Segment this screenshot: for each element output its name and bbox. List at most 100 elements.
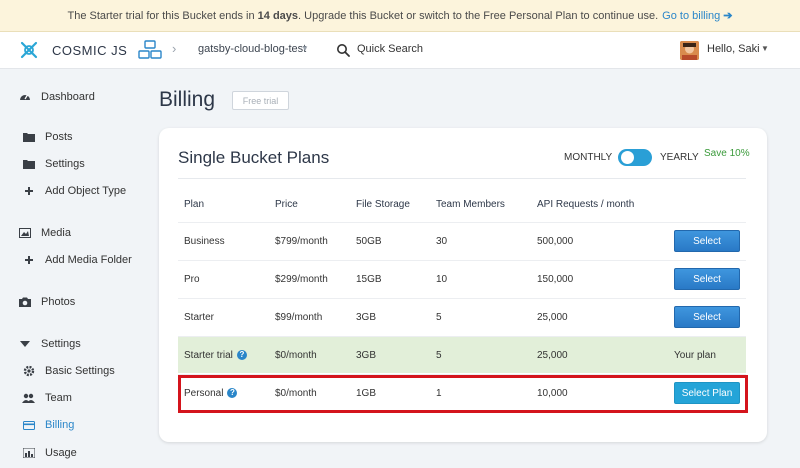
- folder-icon: [22, 158, 35, 171]
- bucket-selector[interactable]: gatsby-cloud-blog-test: [198, 43, 306, 55]
- column-header-plan: Plan: [184, 199, 205, 210]
- search-icon[interactable]: [336, 43, 350, 57]
- plan-members: 5: [436, 312, 442, 323]
- column-header-requests: API Requests / month: [537, 199, 635, 210]
- bar-chart-icon: [22, 447, 35, 460]
- sidebar-item-object-settings[interactable]: Settings: [22, 155, 85, 173]
- sidebar-item-team[interactable]: Team: [22, 389, 72, 407]
- sidebar-item-label: Add Media Folder: [45, 254, 132, 266]
- sidebar-item-dashboard[interactable]: Dashboard: [18, 88, 95, 106]
- image-icon: [18, 227, 31, 240]
- gear-icon: [22, 365, 35, 378]
- sidebar-item-label: Posts: [45, 131, 73, 143]
- help-icon[interactable]: ?: [236, 350, 247, 361]
- plan-name: Personal?: [184, 388, 238, 399]
- sidebar-item-posts[interactable]: Posts: [22, 128, 73, 146]
- select-business-button[interactable]: Select: [674, 230, 740, 252]
- user-menu-caret-icon[interactable]: ▼: [761, 44, 769, 53]
- arrow-right-icon: ➔: [723, 10, 733, 22]
- plan-members: 5: [436, 350, 442, 361]
- user-menu[interactable]: Hello, Saki: [707, 43, 760, 55]
- sidebar-item-label: Basic Settings: [45, 365, 115, 377]
- sidebar-item-label: Team: [45, 392, 72, 404]
- table-row: Business $799/month 50GB 30 500,000 Sele…: [178, 222, 746, 259]
- sidebar: Dashboard Posts Settings Add Object Type…: [0, 70, 140, 468]
- plan-name: Starter: [184, 312, 215, 323]
- sidebar-item-basic-settings[interactable]: Basic Settings: [22, 362, 115, 380]
- cosmic-logo-icon[interactable]: [18, 39, 40, 61]
- current-plan-label: Your plan: [674, 350, 716, 361]
- bucket-icon[interactable]: [138, 40, 162, 60]
- users-icon: [22, 392, 35, 405]
- sidebar-item-label: Media: [41, 227, 71, 239]
- trial-banner: The Starter trial for this Bucket ends i…: [0, 0, 800, 32]
- table-row: Starter $99/month 3GB 5 25,000 Select: [178, 298, 746, 335]
- sidebar-item-billing[interactable]: Billing: [22, 416, 74, 434]
- plan-members: 30: [436, 236, 448, 247]
- go-to-billing-link[interactable]: Go to billing ➔: [662, 9, 732, 22]
- column-header-members: Team Members: [436, 199, 505, 210]
- plan-name: Pro: [184, 274, 200, 285]
- plan-price: $99/month: [275, 312, 323, 323]
- monthly-label[interactable]: MONTHLY: [564, 152, 612, 163]
- banner-days: 14 days: [257, 9, 299, 22]
- plan-members: 1: [436, 388, 442, 399]
- column-header-price: Price: [275, 199, 298, 210]
- sidebar-item-add-media-folder[interactable]: Add Media Folder: [22, 251, 132, 269]
- select-starter-button[interactable]: Select: [674, 306, 740, 328]
- sidebar-item-label: Settings: [45, 158, 85, 170]
- plan-storage: 3GB: [356, 312, 377, 323]
- select-pro-button[interactable]: Select: [674, 268, 740, 290]
- plan-requests: 10,000: [537, 388, 568, 399]
- divider: [178, 178, 746, 179]
- sidebar-item-settings[interactable]: Settings: [18, 335, 81, 353]
- plus-icon: [22, 254, 35, 267]
- plan-storage: 3GB: [356, 350, 377, 361]
- table-row-current-plan: Starter trial? $0/month 3GB 5 25,000 You…: [178, 336, 746, 373]
- banner-text: The Starter trial for this Bucket ends i…: [67, 9, 659, 22]
- quick-search[interactable]: Quick Search: [357, 43, 423, 55]
- plan-name: Business: [184, 236, 225, 247]
- table-row: Pro $299/month 15GB 10 150,000 Select: [178, 260, 746, 297]
- page-title: Billing: [159, 88, 216, 111]
- yearly-label[interactable]: YEARLY: [660, 152, 699, 163]
- caret-down-icon: [18, 338, 31, 351]
- plan-price: $0/month: [275, 350, 317, 361]
- column-header-storage: File Storage: [356, 199, 410, 210]
- sidebar-item-add-object-type[interactable]: Add Object Type: [22, 182, 126, 200]
- sidebar-item-label: Photos: [41, 296, 76, 308]
- help-icon[interactable]: ?: [227, 388, 238, 399]
- chevron-down-icon[interactable]: ▼: [301, 44, 309, 53]
- plus-icon: [22, 185, 35, 198]
- folder-icon: [22, 131, 35, 144]
- camera-icon: [18, 296, 31, 309]
- sidebar-item-media[interactable]: Media: [18, 224, 71, 242]
- billing-period-toggle[interactable]: [618, 149, 652, 166]
- table-row: Personal? $0/month 1GB 1 10,000 Select P…: [178, 374, 746, 411]
- status-badge: Free trial: [232, 91, 289, 110]
- plan-requests: 150,000: [537, 274, 574, 285]
- plan-storage: 1GB: [356, 388, 377, 399]
- logo-text[interactable]: COSMIC JS: [52, 43, 127, 58]
- plan-requests: 500,000: [537, 236, 574, 247]
- sidebar-item-label: Billing: [45, 419, 75, 431]
- top-bar: COSMIC JS › gatsby-cloud-blog-test ▼ Qui…: [0, 32, 800, 69]
- select-personal-plan-button[interactable]: Select Plan: [674, 382, 740, 404]
- breadcrumb-separator-icon: ›: [172, 41, 177, 56]
- plan-storage: 50GB: [356, 236, 382, 247]
- sidebar-item-usage[interactable]: Usage: [22, 444, 77, 462]
- sidebar-item-photos[interactable]: Photos: [18, 293, 75, 311]
- save-note: Save 10%: [704, 148, 750, 159]
- plan-price: $799/month: [275, 236, 328, 247]
- plan-price: $0/month: [275, 388, 317, 399]
- plans-card: Single Bucket Plans MONTHLY YEARLY Save …: [159, 128, 767, 442]
- plan-name: Starter trial?: [184, 350, 247, 361]
- sidebar-item-label: Settings: [41, 338, 81, 350]
- sidebar-item-label: Usage: [45, 447, 77, 459]
- avatar[interactable]: [680, 41, 699, 60]
- dashboard-icon: [18, 91, 31, 104]
- plans-title: Single Bucket Plans: [178, 148, 330, 167]
- table-header: Plan Price File Storage Team Members API…: [178, 191, 746, 219]
- plan-price: $299/month: [275, 274, 328, 285]
- credit-card-icon: [22, 419, 35, 432]
